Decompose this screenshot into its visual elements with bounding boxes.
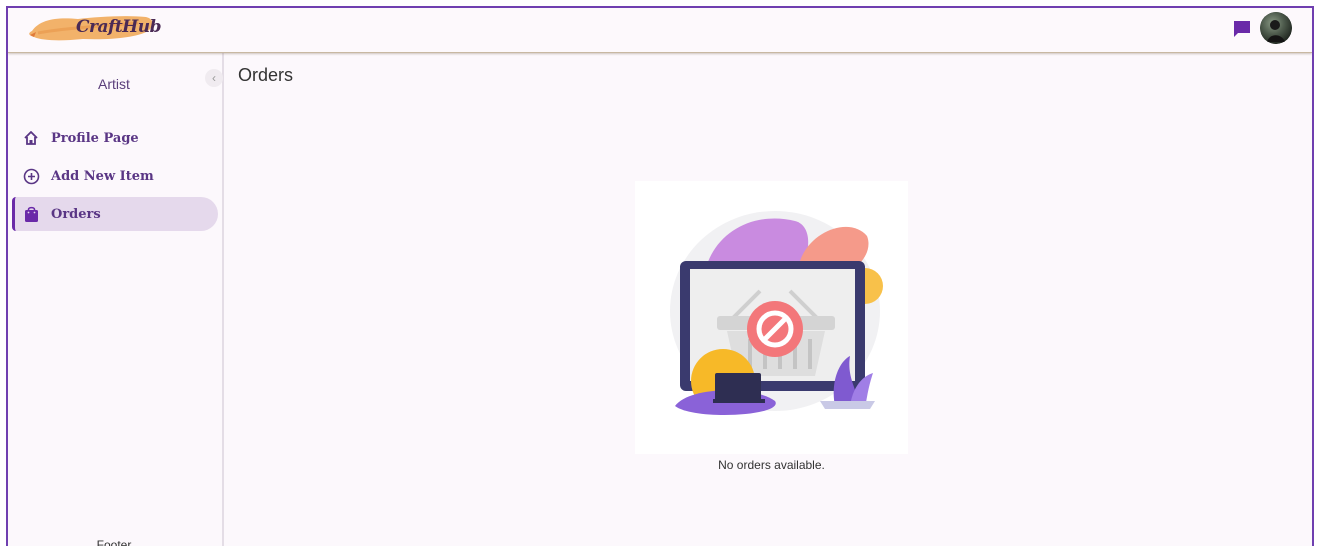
sidebar-item-label: Add New Item bbox=[51, 168, 154, 184]
chevron-left-icon[interactable]: ‹ bbox=[205, 69, 223, 87]
sidebar-item-add-new-item[interactable]: Add New Item bbox=[12, 159, 218, 193]
empty-orders-message: No orders available. bbox=[718, 458, 825, 472]
sidebar-title: Artist bbox=[98, 76, 130, 92]
app-window: CraftHub Artist ‹ Profile Page Add New I… bbox=[6, 6, 1314, 546]
shopping-bag-icon bbox=[22, 205, 40, 223]
footer: Footer bbox=[96, 538, 132, 546]
page-title: Orders bbox=[238, 65, 294, 85]
sidebar: Artist ‹ Profile Page Add New Item Order… bbox=[8, 53, 224, 546]
avatar[interactable] bbox=[1260, 12, 1292, 44]
sidebar-item-profile-page[interactable]: Profile Page bbox=[12, 121, 218, 155]
home-icon bbox=[22, 129, 40, 147]
top-bar: CraftHub bbox=[8, 8, 1312, 53]
add-circle-icon bbox=[22, 167, 40, 185]
crafthub-logo[interactable]: CraftHub bbox=[28, 11, 161, 45]
logo-text: CraftHub bbox=[76, 17, 161, 37]
empty-orders-illustration bbox=[635, 181, 908, 454]
sidebar-item-orders[interactable]: Orders bbox=[12, 197, 218, 231]
sidebar-item-label: Profile Page bbox=[51, 130, 139, 146]
chat-icon[interactable] bbox=[1232, 19, 1252, 39]
sidebar-item-label: Orders bbox=[51, 206, 101, 222]
